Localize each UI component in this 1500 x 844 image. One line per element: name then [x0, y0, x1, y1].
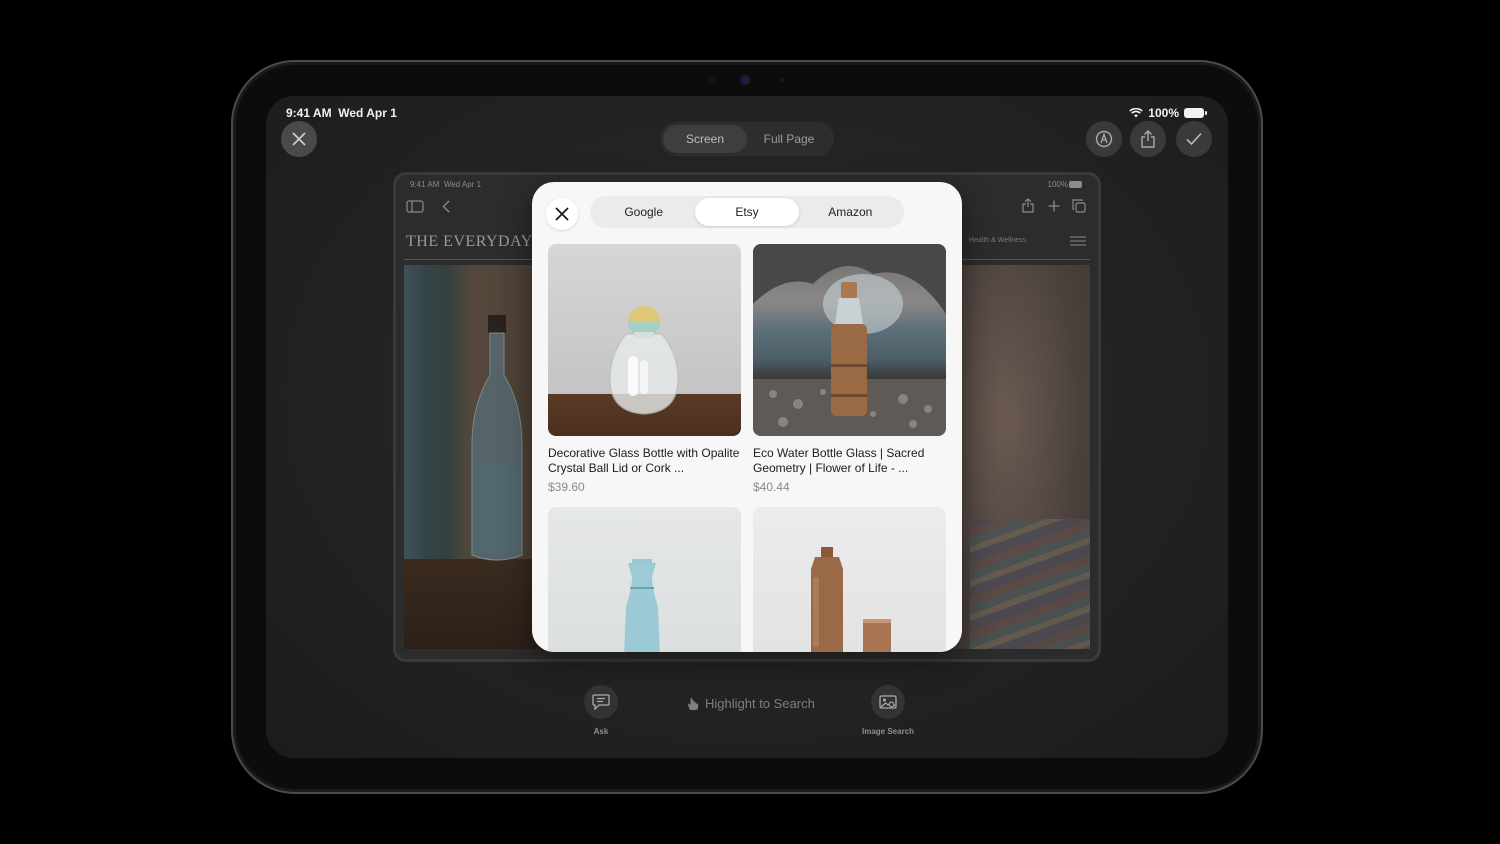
result-title: Eco Water Bottle Glass | Sacred Geometry…: [753, 446, 925, 475]
status-time: 9:41 AM: [286, 106, 332, 120]
image-search-button[interactable]: [871, 685, 906, 719]
close-button[interactable]: [281, 121, 317, 157]
image-search-tool[interactable]: Image Search: [862, 685, 914, 736]
result-image: [548, 507, 741, 652]
visual-search-sheet: Google Etsy Amazon Decorative Glass Bott…: [532, 182, 962, 652]
capture-mode-control: Screen Full Page: [660, 122, 834, 156]
result-title: Decorative Glass Bottle with Opalite Cry…: [548, 446, 740, 475]
captured-battery: 100%: [1047, 180, 1068, 189]
captured-status-time: 9:41 AM: [410, 180, 440, 189]
hand-icon: [687, 697, 699, 710]
ask-button[interactable]: [584, 685, 618, 719]
status-date: Wed Apr 1: [338, 106, 397, 120]
ask-tool[interactable]: Ask: [584, 685, 618, 736]
result-image: [753, 244, 946, 436]
result-price: $39.60: [548, 480, 585, 494]
highlight-label: Highlight to Search: [705, 696, 815, 711]
back-icon: [442, 200, 450, 213]
result-card[interactable]: Decorative Glass Bottle with Opalite Cry…: [548, 244, 741, 494]
captured-battery-icon: [1069, 181, 1082, 188]
ask-label: Ask: [593, 727, 609, 736]
tab-etsy[interactable]: Etsy: [695, 198, 799, 226]
markup-button[interactable]: [1086, 121, 1122, 157]
sheet-close-button[interactable]: [546, 198, 578, 230]
tabs-icon: [1072, 199, 1086, 213]
ipad-screen: 9:41 AM Wed Apr 1 100% Screen Full Page …: [266, 96, 1228, 758]
share-icon: [1141, 130, 1155, 148]
result-card[interactable]: [548, 507, 741, 652]
full-page-option[interactable]: Full Page: [747, 125, 831, 153]
highlight-to-search[interactable]: Highlight to Search: [686, 696, 815, 711]
result-card[interactable]: Eco Water Bottle Glass | Sacred Geometry…: [753, 244, 946, 494]
captured-status-left: 9:41 AM Wed Apr 1: [410, 180, 481, 189]
result-price: $40.44: [753, 480, 790, 494]
camera-housing: [660, 72, 820, 88]
image-search-icon: [879, 694, 897, 709]
captured-status-date: Wed Apr 1: [443, 180, 482, 189]
battery-percent: 100%: [1148, 106, 1179, 120]
checkmark-icon: [1186, 132, 1202, 146]
share-button[interactable]: [1130, 121, 1166, 157]
result-card[interactable]: [753, 507, 946, 652]
captured-site-title: THE EVERYDAY: [406, 233, 533, 250]
new-tab-icon: [1048, 200, 1060, 212]
source-tabs: Google Etsy Amazon: [590, 196, 904, 228]
close-icon: [292, 132, 306, 146]
close-icon: [555, 207, 569, 221]
captured-bottle: [471, 315, 523, 561]
status-time-date: 9:41 AM Wed Apr 1: [286, 106, 397, 120]
tab-google[interactable]: Google: [592, 198, 695, 226]
chat-icon: [592, 694, 610, 710]
result-image: [753, 507, 946, 652]
menu-icon: [1070, 236, 1086, 246]
captured-nav-text: Health & Wellness: [968, 237, 1026, 244]
status-right: 100%: [1129, 106, 1207, 120]
markup-icon: [1095, 130, 1113, 148]
sidebar-icon: [406, 200, 424, 213]
captured-share-icon: [1022, 198, 1034, 213]
tab-amazon[interactable]: Amazon: [799, 198, 902, 226]
done-button[interactable]: [1176, 121, 1212, 157]
image-search-label: Image Search: [862, 727, 915, 736]
battery-icon: [1184, 108, 1207, 118]
wifi-icon: [1129, 108, 1144, 118]
screen-option[interactable]: Screen: [663, 125, 747, 153]
result-image: [548, 244, 741, 436]
